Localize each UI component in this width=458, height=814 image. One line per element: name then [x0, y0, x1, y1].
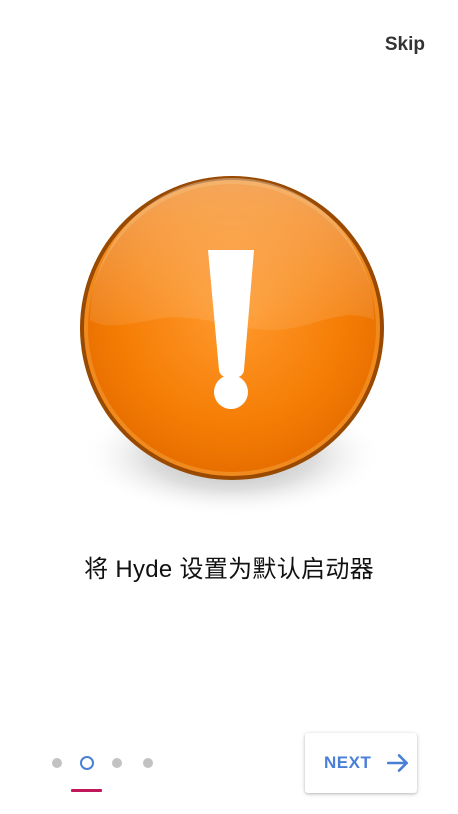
skip-button[interactable]: Skip: [383, 31, 427, 59]
page-indicator: [48, 753, 168, 773]
active-page-underline: [71, 789, 102, 792]
arrow-right-icon: [387, 754, 409, 772]
exclamation-warning-icon: [80, 176, 384, 517]
page-dot-1[interactable]: [52, 758, 62, 768]
page-dot-2-active[interactable]: [80, 756, 94, 770]
onboarding-screen: Skip 将 Hyde 设置为默认启动器 NEXT: [0, 0, 458, 814]
set-default-launcher-message: 将 Hyde 设置为默认启动器: [84, 556, 374, 583]
bottom-navigation-bar: NEXT: [0, 730, 458, 814]
warning-illustration: [72, 170, 392, 526]
next-button-label: NEXT: [324, 753, 372, 772]
page-dot-3[interactable]: [112, 758, 122, 768]
next-button[interactable]: NEXT: [305, 733, 417, 793]
page-dot-4[interactable]: [143, 758, 153, 768]
